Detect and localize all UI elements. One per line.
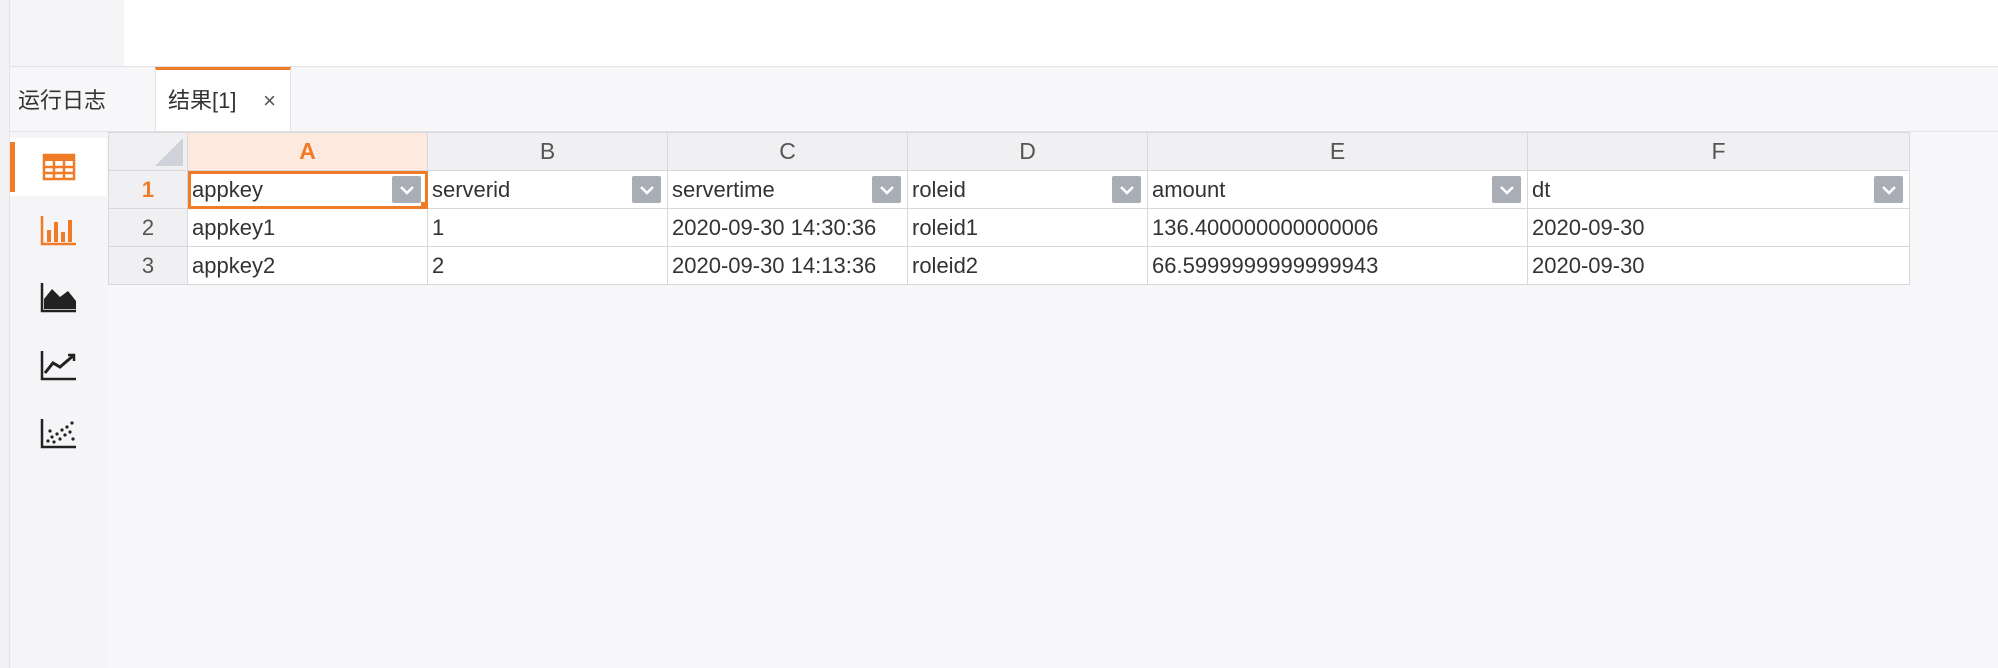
column-header[interactable]: D: [907, 132, 1148, 171]
table-row: 2 appkey1 1 2020-09-30 14:30:36 roleid1 …: [108, 208, 1910, 247]
table-cell[interactable]: appkey1: [187, 208, 428, 247]
chevron-down-icon: [1499, 185, 1514, 195]
header-cell[interactable]: serverid: [427, 170, 668, 209]
header-cell-label: dt: [1532, 176, 1551, 202]
header-cell-label: appkey: [192, 176, 263, 202]
table-cell[interactable]: 136.400000000000006: [1147, 208, 1528, 247]
tab-run-log[interactable]: 运行日志: [18, 67, 158, 131]
table-cell[interactable]: appkey2: [187, 246, 428, 285]
table-cell[interactable]: roleid2: [907, 246, 1148, 285]
tab-result-1[interactable]: 结果[1] ×: [155, 67, 291, 131]
filter-dropdown-button[interactable]: [1112, 176, 1141, 203]
editor-area: [10, 0, 1998, 67]
table-icon: [42, 153, 75, 181]
column-header[interactable]: A: [187, 132, 428, 171]
line-chart-icon: [40, 351, 76, 381]
header-cell-label: roleid: [912, 176, 966, 202]
column-header-row: A B C D E F: [108, 132, 1910, 171]
sidebar-item-scatter-chart[interactable]: [10, 404, 107, 462]
chevron-down-icon: [639, 185, 654, 195]
filter-dropdown-button[interactable]: [392, 176, 421, 203]
header-cell[interactable]: dt: [1527, 170, 1910, 209]
header-cell-label: amount: [1152, 176, 1226, 202]
header-cell[interactable]: appkey: [187, 170, 428, 209]
select-all-corner[interactable]: [108, 132, 188, 171]
close-icon[interactable]: ×: [263, 70, 276, 132]
chevron-down-icon: [1119, 185, 1134, 195]
sidebar-item-line-chart[interactable]: [10, 336, 107, 394]
filter-dropdown-button[interactable]: [632, 176, 661, 203]
column-header[interactable]: E: [1147, 132, 1528, 171]
editor-gutter: [10, 0, 124, 66]
table-cell[interactable]: 2: [427, 246, 668, 285]
view-sidebar: [10, 132, 107, 668]
sidebar-item-bar-chart[interactable]: [10, 201, 107, 259]
result-grid: A B C D E F 1 appkey serverid servertime: [108, 132, 1910, 285]
sidebar-item-table[interactable]: [10, 138, 107, 196]
column-header[interactable]: F: [1527, 132, 1910, 171]
filter-dropdown-button[interactable]: [1874, 176, 1903, 203]
row-number[interactable]: 2: [108, 208, 188, 247]
table-cell[interactable]: 2020-09-30: [1527, 246, 1910, 285]
header-cell-label: serverid: [432, 176, 511, 202]
chevron-down-icon: [399, 185, 414, 195]
header-cell[interactable]: amount: [1147, 170, 1528, 209]
bar-chart-icon: [40, 216, 76, 246]
table-cell[interactable]: 1: [427, 208, 668, 247]
row-number[interactable]: 1: [108, 170, 188, 209]
area-chart-icon: [40, 283, 76, 313]
result-tabbar: 运行日志 结果[1] ×: [10, 67, 1998, 132]
table-cell[interactable]: 2020-09-30 14:13:36: [667, 246, 908, 285]
table-cell[interactable]: 2020-09-30: [1527, 208, 1910, 247]
row-number[interactable]: 3: [108, 246, 188, 285]
header-cell-label: servertime: [672, 176, 775, 202]
column-header[interactable]: B: [427, 132, 668, 171]
column-header[interactable]: C: [667, 132, 908, 171]
header-cell[interactable]: servertime: [667, 170, 908, 209]
tab-run-log-label: 运行日志: [18, 88, 107, 113]
chevron-down-icon: [879, 185, 894, 195]
sidebar-item-area-chart[interactable]: [10, 268, 107, 326]
table-cell[interactable]: 66.5999999999999943: [1147, 246, 1528, 285]
table-row: 3 appkey2 2 2020-09-30 14:13:36 roleid2 …: [108, 246, 1910, 285]
filter-dropdown-button[interactable]: [1492, 176, 1521, 203]
header-cell[interactable]: roleid: [907, 170, 1148, 209]
filter-dropdown-button[interactable]: [872, 176, 901, 203]
tab-result-label: 结果[1]: [168, 88, 237, 113]
scatter-chart-icon: [40, 419, 76, 449]
table-cell[interactable]: 2020-09-30 14:30:36: [667, 208, 908, 247]
chevron-down-icon: [1881, 185, 1896, 195]
table-header-row: 1 appkey serverid servertime roleid amou…: [108, 170, 1910, 209]
window-edge: [0, 0, 10, 668]
table-cell[interactable]: roleid1: [907, 208, 1148, 247]
